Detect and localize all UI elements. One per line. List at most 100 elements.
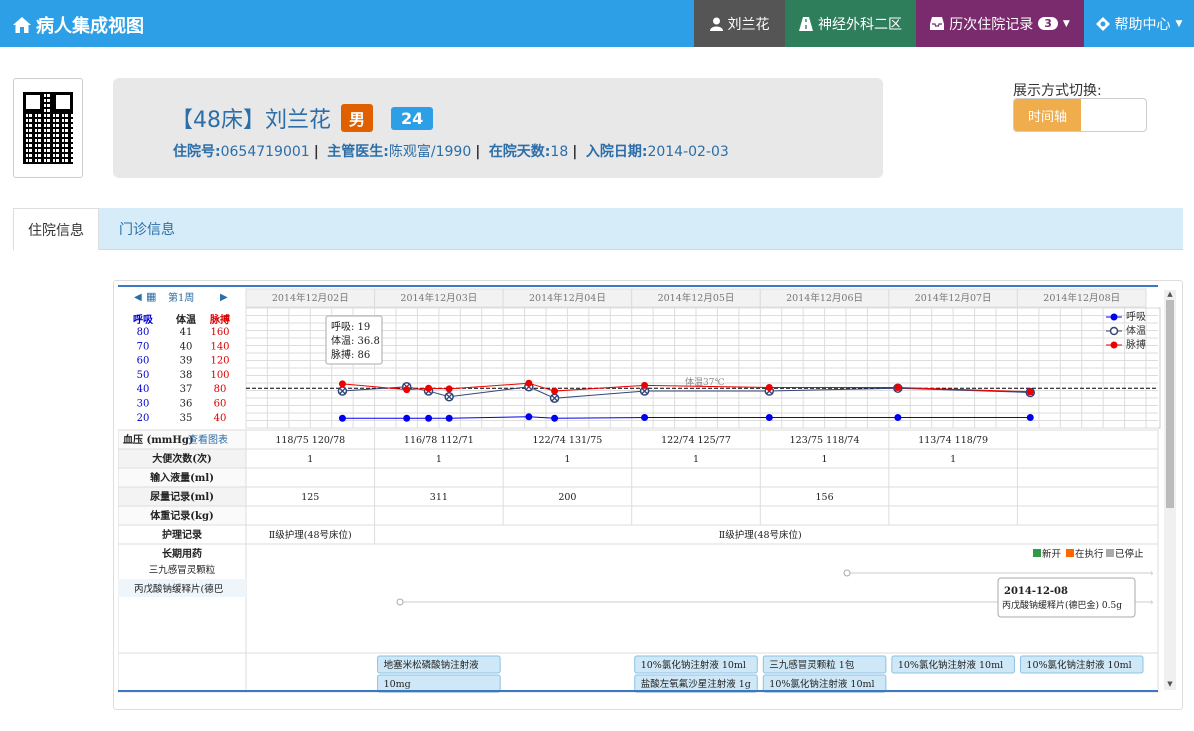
pulse-tick: 60: [214, 399, 227, 410]
admission-no: 0654719001: [220, 144, 310, 160]
table-cell: 123/75 118/74: [790, 435, 860, 446]
resp-tick: 50: [137, 370, 150, 381]
resp-point: [1026, 414, 1034, 422]
view-mode-label: 展示方式切换:: [1013, 83, 1102, 99]
tab-inpatient[interactable]: 住院信息: [13, 208, 99, 250]
view-mode-toggle[interactable]: 时间轴: [1013, 98, 1147, 132]
nav-help-dropdown[interactable]: 帮助中心 ▼: [1084, 0, 1194, 47]
tooltip-temp: 体温: 36.8: [331, 335, 380, 347]
pulse-tick: 80: [214, 384, 227, 395]
pulse-point: [894, 383, 902, 391]
top-navbar: 病人集成视图 刘兰花 神经外科二区 历次住院记录 3 ▼ 帮助中心 ▼: [0, 0, 1194, 47]
resp-tick: 70: [137, 341, 150, 352]
table-cell: 1: [822, 454, 828, 465]
resp-point: [551, 414, 559, 422]
legend-marker: [1109, 326, 1119, 336]
pulse-point: [641, 381, 649, 389]
chart-svg: ◀ ▦ 第1周 ▶ 2014年12月02日 2014年12月03日 2014年12月04日 2…: [118, 285, 1161, 693]
table-cell: 1: [564, 454, 570, 465]
shortterm-order-text: 盐酸左氧氟沙星注射液 1g: [641, 678, 751, 690]
pulse-point: [403, 386, 411, 394]
nursing-first: Ⅱ级护理(48号床位): [269, 529, 352, 541]
view-chart-link: 查看图表: [188, 433, 228, 446]
history-count-badge: 3: [1038, 17, 1058, 30]
home-icon: [13, 17, 31, 33]
app-title[interactable]: 病人集成视图: [12, 12, 144, 38]
nursing-label: 护理记录: [162, 528, 202, 541]
table-cell: 116/78 112/71: [404, 435, 474, 446]
pulse-point: [425, 384, 433, 392]
pulse-tick: 120: [210, 356, 229, 367]
tab-outpatient[interactable]: 门诊信息: [99, 208, 195, 250]
table-cell: 200: [558, 492, 576, 503]
axis-header: 呼吸: [133, 313, 154, 326]
patient-summary: 【48床】刘兰花 男 24 住院号:0654719001 | 主管医生:陈观富/1…: [113, 78, 883, 178]
nav-history-dropdown[interactable]: 历次住院记录 3 ▼: [916, 0, 1084, 47]
admission-no-label: 住院号:: [173, 144, 221, 160]
patient-qr-code: [13, 78, 83, 178]
scroll-down-arrow-icon[interactable]: ▼: [1164, 679, 1176, 689]
resp-tick: 80: [137, 327, 150, 338]
temp-tick: 36: [180, 399, 193, 410]
week-label: 第1周: [168, 291, 194, 304]
row-label: 大便次数(次): [152, 452, 211, 465]
axis-header: 脉搏: [209, 313, 230, 326]
shortterm-order-text: 地塞米松磷酸钠注射液: [384, 659, 480, 671]
nav-department[interactable]: 神经外科二区: [785, 0, 916, 47]
patient-bed-name: 【48床】刘兰花: [171, 108, 331, 133]
separator: |: [313, 144, 319, 160]
status-legend-swatch: [1033, 549, 1041, 557]
legend-marker: [1110, 313, 1118, 321]
patient-name-row: 【48床】刘兰花 男 24: [171, 102, 434, 134]
resp-point: [445, 414, 453, 422]
legend-marker: [1110, 341, 1118, 349]
tooltip-resp: 呼吸: 19: [331, 321, 370, 333]
lifebuoy-icon: [1095, 16, 1110, 31]
legend-label: 体温: [1126, 325, 1146, 337]
pulse-point: [525, 379, 533, 387]
date-label: 2014年12月07日: [915, 292, 992, 304]
chart-scrollbar-thumb[interactable]: [1166, 300, 1174, 508]
drug-popup-date: 2014-12-08: [1004, 586, 1068, 597]
table-cell: 122/74 131/75: [532, 435, 602, 446]
status-legend-label: 已停止: [1115, 548, 1144, 560]
status-legend-label: 在执行: [1075, 548, 1104, 560]
doctor-label: 主管医生:: [327, 144, 389, 160]
temp-tick: 37: [180, 384, 193, 395]
drug-popup-drug: 丙戊酸钠缓释片(德巴金) 0.5g: [1002, 599, 1122, 611]
info-tabs: 住院信息 门诊信息: [13, 208, 1183, 250]
resp-tick: 60: [137, 356, 150, 367]
drug-timeline-start: [396, 598, 404, 606]
doctor: 陈观富/1990: [388, 144, 472, 160]
days: 18: [550, 144, 569, 160]
shortterm-order-text: 10%氯化钠注射液 10ml: [641, 659, 746, 671]
resp-point: [641, 414, 649, 422]
nursing-rest: Ⅱ级护理(48号床位): [719, 529, 802, 541]
shortterm-order-text: 10%氯化钠注射液 10ml: [1026, 659, 1131, 671]
resp-point: [525, 413, 533, 421]
admit-date-label: 入院日期:: [585, 144, 648, 160]
status-legend-swatch: [1066, 549, 1074, 557]
temp-tick: 41: [180, 327, 193, 338]
date-label: 2014年12月05日: [658, 292, 735, 304]
patient-info-row: 住院号:0654719001 | 主管医生:陈观富/1990 | 在院天数:18 | …: [173, 141, 729, 161]
pulse-point: [1026, 388, 1034, 396]
nav-user[interactable]: 刘兰花: [694, 0, 785, 47]
status-legend-label: 新开: [1042, 548, 1062, 560]
pulse-point: [765, 383, 773, 391]
scroll-up-arrow-icon[interactable]: ▲: [1164, 289, 1176, 299]
table-cell: 1: [307, 454, 313, 465]
table-cell: 1: [436, 454, 442, 465]
table-cell: 113/74 118/79: [918, 435, 988, 446]
view-mode-timeline[interactable]: 时间轴: [1014, 99, 1081, 131]
legend-label: 脉搏: [1126, 338, 1146, 351]
row-label: 尿量记录(ml): [150, 490, 214, 503]
temp-tick: 39: [180, 356, 193, 367]
qr-code-image: [23, 92, 73, 164]
date-label: 2014年12月02日: [272, 292, 349, 304]
separator: |: [475, 144, 481, 160]
row-label: 血压 (mmHg): [123, 433, 194, 446]
row-label: 体重记录(kg): [150, 509, 213, 522]
table-cell: 118/75 120/78: [275, 435, 345, 446]
pulse-point: [551, 387, 559, 395]
